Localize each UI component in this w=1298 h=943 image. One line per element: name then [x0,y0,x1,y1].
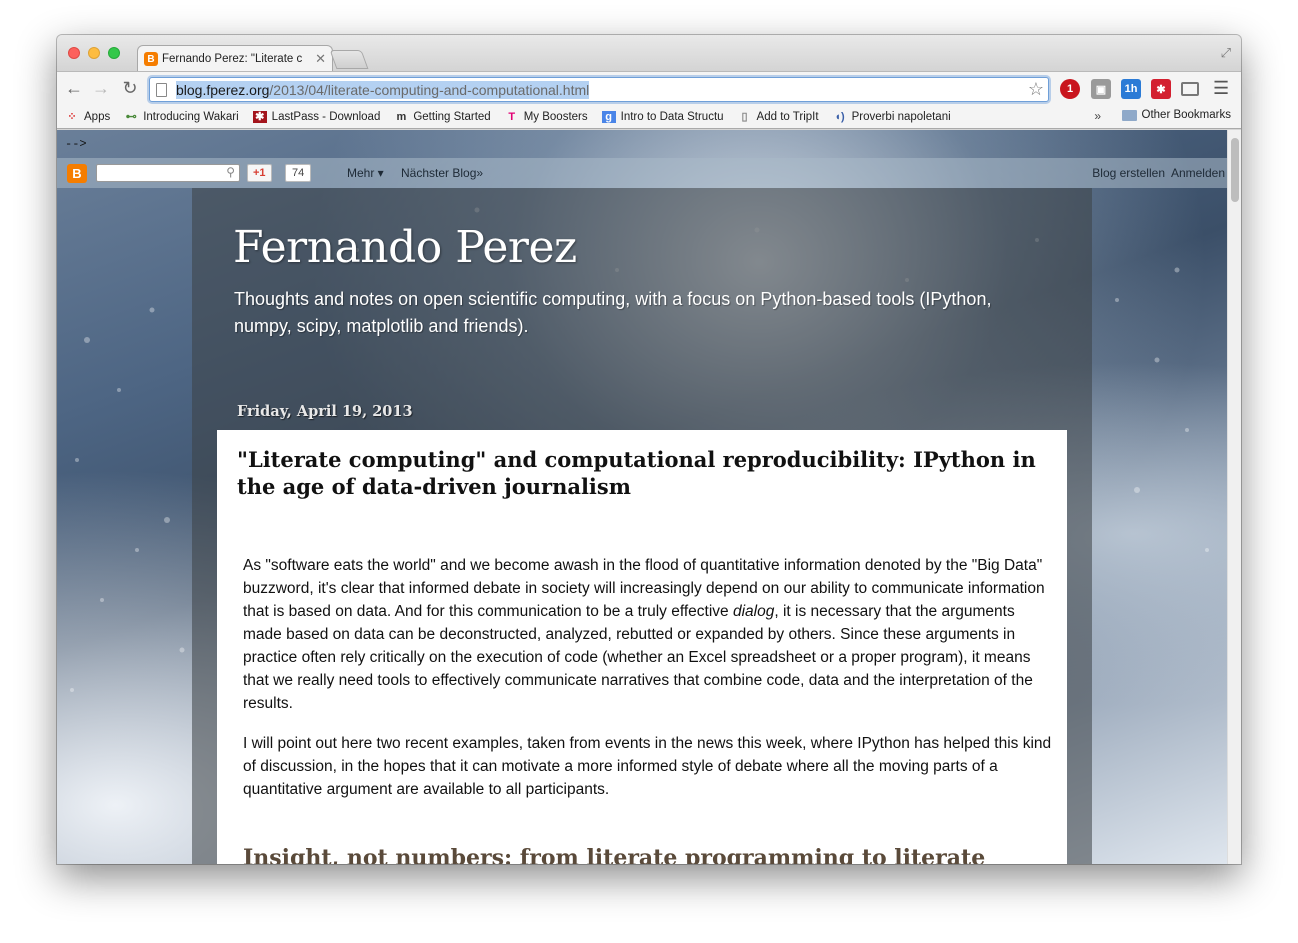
lastpass-icon: ✱ [252,110,267,123]
extension-gray-icon[interactable]: ▣ [1091,79,1111,99]
calendar-extension-icon[interactable]: 1h [1121,79,1141,99]
google-plus-count: 74 [285,164,312,182]
url-text[interactable]: blog.fperez.org/2013/04/literate-computi… [176,80,590,99]
bookmark-label: Add to TripIt [756,110,819,123]
date-header: Friday, April 19, 2013 [237,403,413,420]
tab-close-icon[interactable]: ✕ [315,51,326,67]
bookmark-label: LastPass - Download [271,110,381,123]
create-blog-link[interactable]: Blog erstellen [1092,166,1165,180]
blog-title[interactable]: Fernando Perez [233,222,577,273]
bookmark-wakari[interactable]: ⊷ Introducing Wakari [124,110,239,124]
bookmark-label: Intro to Data Structu [620,110,724,123]
post-emphasis: dialog [732,603,775,620]
stray-html-comment-text: --> [65,137,87,151]
scrollbar-thumb[interactable] [1231,138,1239,202]
m-icon: m [396,110,407,123]
browser-toolbar: ← → ↻ blog.fperez.org/2013/04/literate-c… [57,71,1241,105]
blog-main-column: Fernando Perez Thoughts and notes on ope… [192,188,1092,864]
google-icon: g [601,110,616,123]
google-plus-one-button[interactable]: +1 [247,164,272,182]
bookmark-label: Apps [84,110,111,123]
bookmark-intro-data-structures[interactable]: g Intro to Data Structu [601,110,724,123]
post-body: As "software eats the world" and we beco… [243,554,1053,818]
window-minimize-button[interactable] [88,47,100,59]
other-bookmarks-label: Other Bookmarks [1141,109,1231,121]
blog-description: Thoughts and notes on open scientific co… [234,289,992,336]
browser-window: B Fernando Perez: "Literate c ✕ ⤢ ← → ↻ … [57,35,1241,864]
blogger-logo-icon[interactable]: B [67,164,87,183]
bookmark-label: Proverbi napoletani [851,110,951,123]
url-path: /2013/04/literate-computing-and-computat… [269,81,590,98]
bookmark-proverbi[interactable]: ◖) Proverbi napoletani [833,110,951,123]
post-title[interactable]: "Literate computing" and computational r… [237,446,1057,500]
post-paragraph: I will point out here two recent example… [243,735,1052,798]
cast-icon[interactable] [1181,82,1199,96]
lastpass-extension-icon[interactable]: ✱ [1151,79,1171,99]
window-close-button[interactable] [68,47,80,59]
ublock-extension-icon[interactable]: 1 [1060,79,1080,99]
search-icon[interactable]: ⚲ [226,165,235,179]
bookmark-getting-started[interactable]: m Getting Started [394,111,490,123]
bookmark-label: My Boosters [523,110,588,123]
menu-icon[interactable]: ☰ [1213,78,1229,99]
reload-icon[interactable]: ↻ [119,78,141,99]
post-paragraph: As "software eats the world" and we beco… [243,554,1053,715]
url-domain: blog.fperez.org [176,81,270,98]
login-link[interactable]: Anmelden [1171,166,1225,180]
other-bookmarks[interactable]: Other Bookmarks [1121,109,1231,121]
bookmark-tripit[interactable]: ▯ Add to TripIt [738,110,819,124]
folder-icon [1121,109,1137,121]
sound-icon: ◖) [834,110,845,123]
blog-post: "Literate computing" and computational r… [217,430,1067,864]
fullscreen-icon[interactable]: ⤢ [1221,45,1231,61]
forward-arrow-icon[interactable]: → [90,78,112,99]
page-scrollbar[interactable] [1227,130,1241,864]
post-section-heading: Insight, not numbers: from literate prog… [243,845,986,864]
page-icon: ▯ [741,111,748,123]
next-blog-link[interactable]: Nächster Blog» [401,166,483,180]
page-icon [156,82,167,97]
page-viewport: --> B ⚲ +1 74 Mehr ▾ Nächster Blog» Blog… [57,130,1227,864]
bookmarks-bar: ⁘ Apps ⊷ Introducing Wakari ✱ LastPass - Do… [57,105,1241,129]
tab-strip: B Fernando Perez: "Literate c ✕ ⤢ [57,35,1241,72]
wakari-icon: ⊷ [125,111,137,123]
blogger-favicon-icon: B [144,52,158,66]
window-maximize-button[interactable] [108,47,120,59]
bookmark-star-icon[interactable]: ☆ [1028,79,1044,100]
address-bar[interactable]: blog.fperez.org/2013/04/literate-computi… [149,77,1049,102]
tab-title: Fernando Perez: "Literate c [162,53,303,65]
bookmark-my-boosters[interactable]: T My Boosters [505,110,588,123]
t-icon: T [508,110,516,123]
bookmark-lastpass[interactable]: ✱ LastPass - Download [252,110,381,123]
bookmark-label: Introducing Wakari [143,110,239,123]
bookmark-apps[interactable]: ⁘ Apps [65,110,111,124]
back-arrow-icon[interactable]: ← [63,78,85,99]
more-menu-button[interactable]: Mehr ▾ [347,166,384,180]
apps-grid-icon: ⁘ [67,111,77,123]
blogger-navbar: B ⚲ +1 74 Mehr ▾ Nächster Blog» Blog ers… [57,158,1227,188]
bookmarks-overflow-chevron[interactable]: » [1094,109,1101,123]
bookmark-label: Getting Started [413,110,491,123]
new-tab-button[interactable] [329,50,369,69]
tab-active[interactable]: B Fernando Perez: "Literate c ✕ [137,45,333,72]
blog-search-input[interactable]: ⚲ [96,164,240,182]
